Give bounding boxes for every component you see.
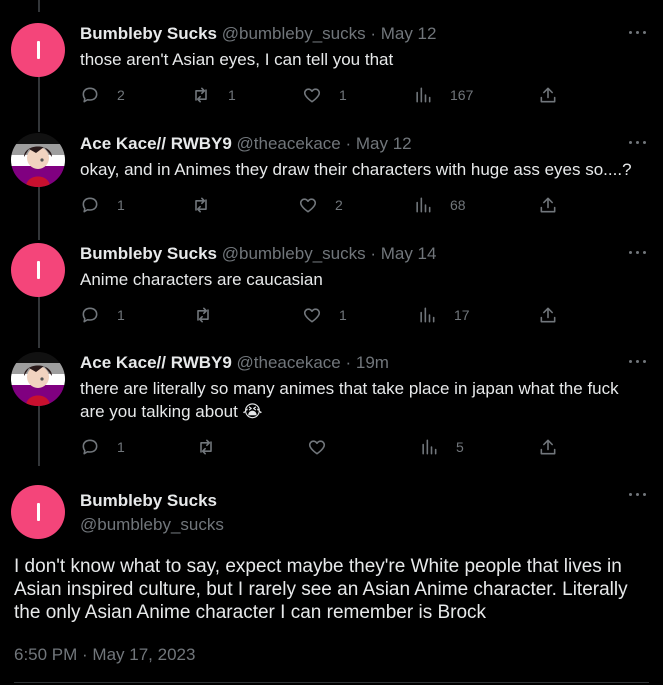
like-icon	[299, 198, 317, 213]
retweet-icon	[195, 197, 207, 213]
more-icon[interactable]	[629, 251, 647, 257]
handle-date[interactable]: @theacekace · May 12	[237, 134, 412, 153]
retweet-icon	[195, 87, 207, 103]
view-count: 5	[456, 439, 464, 455]
views-icon	[416, 197, 431, 213]
share-button[interactable]	[538, 85, 558, 105]
views-button[interactable]: 68	[413, 195, 466, 215]
tweet[interactable]: Ace Kace// RWBY9 @theacekace · 19m there…	[0, 352, 663, 464]
tweet-header: Bumbleby Sucks @bumbleby_sucks · May 14	[80, 243, 436, 265]
reply-count: 1	[117, 197, 125, 213]
main-tweet-text: I don't know what to say, expect maybe t…	[14, 556, 628, 623]
handle[interactable]: @bumbleby_sucks	[80, 514, 224, 536]
more-icon[interactable]	[629, 360, 647, 366]
more-icon[interactable]	[629, 141, 647, 147]
retweet-button[interactable]	[193, 305, 230, 325]
views-button[interactable]: 17	[417, 305, 470, 325]
like-button[interactable]	[307, 437, 344, 457]
timestamp[interactable]: 6:50 PM · May 17, 2023	[14, 645, 195, 665]
action-bar: 1 2 68	[80, 195, 560, 217]
handle-date[interactable]: @bumbleby_sucks · May 14	[222, 244, 437, 263]
like-count: 1	[339, 87, 347, 103]
tweet-header: Ace Kace// RWBY9 @theacekace · May 12	[80, 133, 412, 155]
like-button[interactable]: 1	[302, 305, 347, 325]
views-button[interactable]: 5	[419, 437, 464, 457]
share-icon	[540, 439, 556, 455]
action-bar: 1 5	[80, 437, 560, 459]
view-count: 17	[454, 307, 470, 323]
reply-button[interactable]: 1	[80, 305, 125, 325]
like-count: 2	[335, 197, 343, 213]
tweet-text: Anime characters are caucasian	[80, 270, 323, 289]
handle-date[interactable]: @theacekace · 19m	[237, 353, 389, 372]
avatar[interactable]	[11, 23, 65, 77]
reply-icon	[82, 87, 98, 103]
reply-icon	[82, 307, 98, 323]
like-icon	[303, 308, 321, 323]
avatar[interactable]	[11, 243, 65, 297]
reply-icon	[82, 197, 98, 213]
tweet[interactable]: Bumbleby Sucks @bumbleby_sucks · May 12 …	[0, 23, 663, 118]
like-icon	[308, 440, 326, 455]
thread-line	[38, 0, 40, 12]
retweet-button[interactable]	[191, 195, 228, 215]
tweet[interactable]: Bumbleby Sucks @bumbleby_sucks · May 14 …	[0, 243, 663, 338]
reply-button[interactable]: 1	[80, 195, 125, 215]
like-icon	[303, 88, 321, 103]
display-name[interactable]: Bumbleby Sucks	[80, 244, 217, 263]
action-bar: 1 1 17	[80, 305, 560, 327]
like-button[interactable]: 1	[302, 85, 347, 105]
share-icon	[540, 197, 556, 213]
tweet-header: Bumbleby Sucks @bumbleby_sucks	[80, 490, 224, 536]
retweet-count: 1	[228, 87, 236, 103]
retweet-icon	[197, 307, 209, 323]
retweet-button[interactable]	[196, 437, 233, 457]
views-icon	[416, 87, 431, 103]
divider	[14, 682, 649, 683]
reply-button[interactable]: 2	[80, 85, 125, 105]
tweet-header: Bumbleby Sucks @bumbleby_sucks · May 12	[80, 23, 436, 45]
tweet-text: there are literally so many animes that …	[80, 379, 619, 421]
tweet-header: Ace Kace// RWBY9 @theacekace · 19m	[80, 352, 389, 374]
main-tweet: Bumbleby Sucks @bumbleby_sucks	[0, 485, 663, 545]
handle-date[interactable]: @bumbleby_sucks · May 12	[222, 24, 437, 43]
avatar[interactable]	[11, 352, 65, 406]
like-button[interactable]: 2	[298, 195, 343, 215]
share-button[interactable]	[538, 195, 558, 215]
avatar-image	[11, 352, 65, 406]
more-icon[interactable]	[629, 31, 647, 37]
action-bar: 2 1 1 167	[80, 85, 560, 107]
view-count: 167	[450, 87, 474, 103]
share-icon	[540, 87, 556, 103]
share-button[interactable]	[538, 437, 558, 457]
reply-icon	[82, 439, 98, 455]
reply-count: 1	[117, 307, 125, 323]
display-name[interactable]: Ace Kace// RWBY9	[80, 134, 232, 153]
views-icon	[422, 439, 437, 455]
tweet-text: those aren't Asian eyes, I can tell you …	[80, 50, 394, 69]
views-icon	[420, 307, 435, 323]
display-name[interactable]: Ace Kace// RWBY9	[80, 353, 232, 372]
more-icon[interactable]	[629, 493, 647, 499]
like-count: 1	[339, 307, 347, 323]
tweet-text: okay, and in Animes they draw their char…	[80, 160, 632, 179]
retweet-icon	[200, 439, 212, 455]
reply-button[interactable]: 1	[80, 437, 125, 457]
display-name[interactable]: Bumbleby Sucks	[80, 24, 217, 43]
view-count: 68	[450, 197, 466, 213]
retweet-button[interactable]: 1	[191, 85, 236, 105]
views-button[interactable]: 167	[413, 85, 473, 105]
share-icon	[540, 307, 556, 323]
reply-count: 2	[117, 87, 125, 103]
display-name[interactable]: Bumbleby Sucks	[80, 490, 224, 512]
avatar-image	[11, 133, 65, 187]
avatar[interactable]	[11, 133, 65, 187]
tweet[interactable]: Ace Kace// RWBY9 @theacekace · May 12 ok…	[0, 133, 663, 228]
share-button[interactable]	[538, 305, 558, 325]
reply-count: 1	[117, 439, 125, 455]
avatar[interactable]	[11, 485, 65, 539]
